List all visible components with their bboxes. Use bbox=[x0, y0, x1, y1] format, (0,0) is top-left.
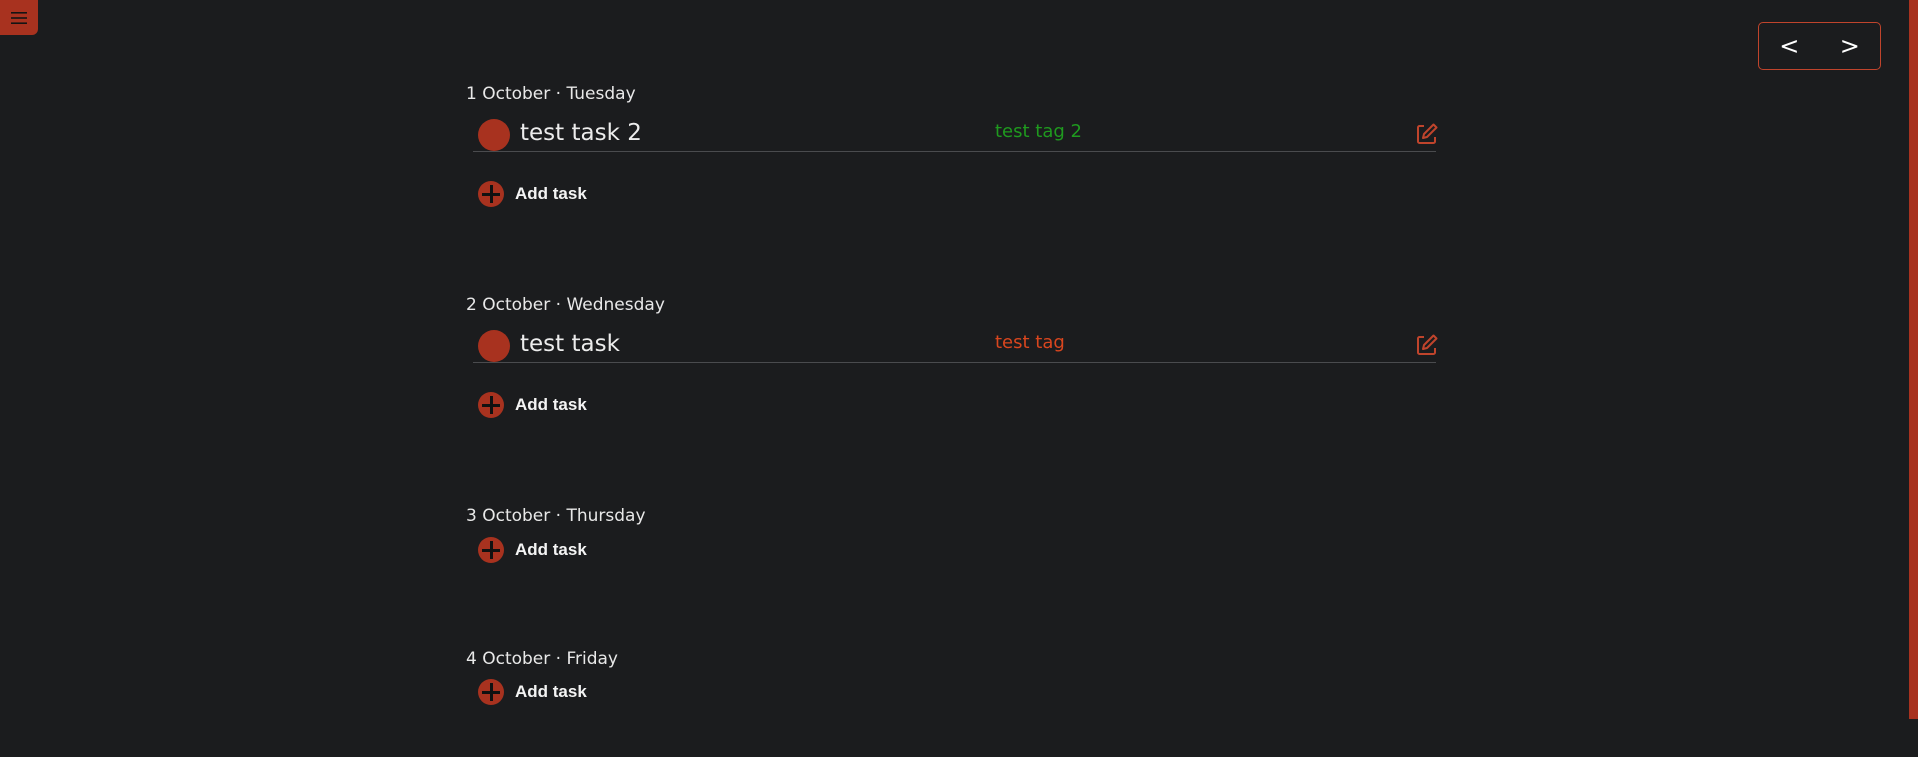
add-task-button[interactable]: Add task bbox=[478, 537, 587, 563]
add-circle-icon bbox=[478, 392, 504, 418]
add-task-button[interactable]: Add task bbox=[478, 181, 587, 207]
day-section: 4 October · Friday Add task bbox=[466, 648, 1436, 705]
add-task-button[interactable]: Add task bbox=[478, 679, 587, 705]
previous-week-button[interactable]: < bbox=[1759, 23, 1820, 69]
task-name: test task bbox=[520, 331, 620, 357]
add-circle-icon bbox=[478, 537, 504, 563]
task-complete-toggle[interactable] bbox=[478, 119, 510, 151]
add-task-label: Add task bbox=[515, 184, 587, 203]
add-task-label: Add task bbox=[515, 395, 587, 414]
add-task-label: Add task bbox=[515, 540, 587, 559]
task-name: test task 2 bbox=[520, 120, 642, 146]
menu-button[interactable] bbox=[0, 0, 38, 35]
task-tag: test tag 2 bbox=[995, 121, 1082, 142]
edit-icon[interactable] bbox=[1414, 121, 1440, 147]
task-row[interactable]: test task test tag bbox=[473, 316, 1438, 363]
add-task-label: Add task bbox=[515, 682, 587, 701]
day-title: 2 October · Wednesday bbox=[466, 295, 665, 315]
add-task-button[interactable]: Add task bbox=[478, 392, 587, 418]
day-section: 2 October · Wednesday test task test tag… bbox=[466, 294, 1438, 418]
week-navigation: < > bbox=[1758, 22, 1881, 70]
day-section: 1 October · Tuesday test task 2 test tag… bbox=[466, 83, 1438, 207]
day-title: 3 October · Thursday bbox=[466, 506, 646, 526]
hamburger-menu-icon bbox=[11, 11, 27, 24]
planner-page: < > 1 October · Tuesday test task 2 test… bbox=[0, 0, 1918, 757]
task-complete-toggle[interactable] bbox=[478, 330, 510, 362]
task-row[interactable]: test task 2 test tag 2 bbox=[473, 105, 1438, 152]
day-title: 1 October · Tuesday bbox=[466, 84, 636, 104]
add-circle-icon bbox=[478, 679, 504, 705]
task-tag: test tag bbox=[995, 332, 1065, 353]
edit-icon[interactable] bbox=[1414, 332, 1440, 358]
day-section: 3 October · Thursday Add task bbox=[466, 505, 1436, 563]
scrollbar[interactable] bbox=[1909, 0, 1918, 719]
day-title: 4 October · Friday bbox=[466, 649, 618, 669]
next-week-button[interactable]: > bbox=[1820, 23, 1881, 69]
add-circle-icon bbox=[478, 181, 504, 207]
